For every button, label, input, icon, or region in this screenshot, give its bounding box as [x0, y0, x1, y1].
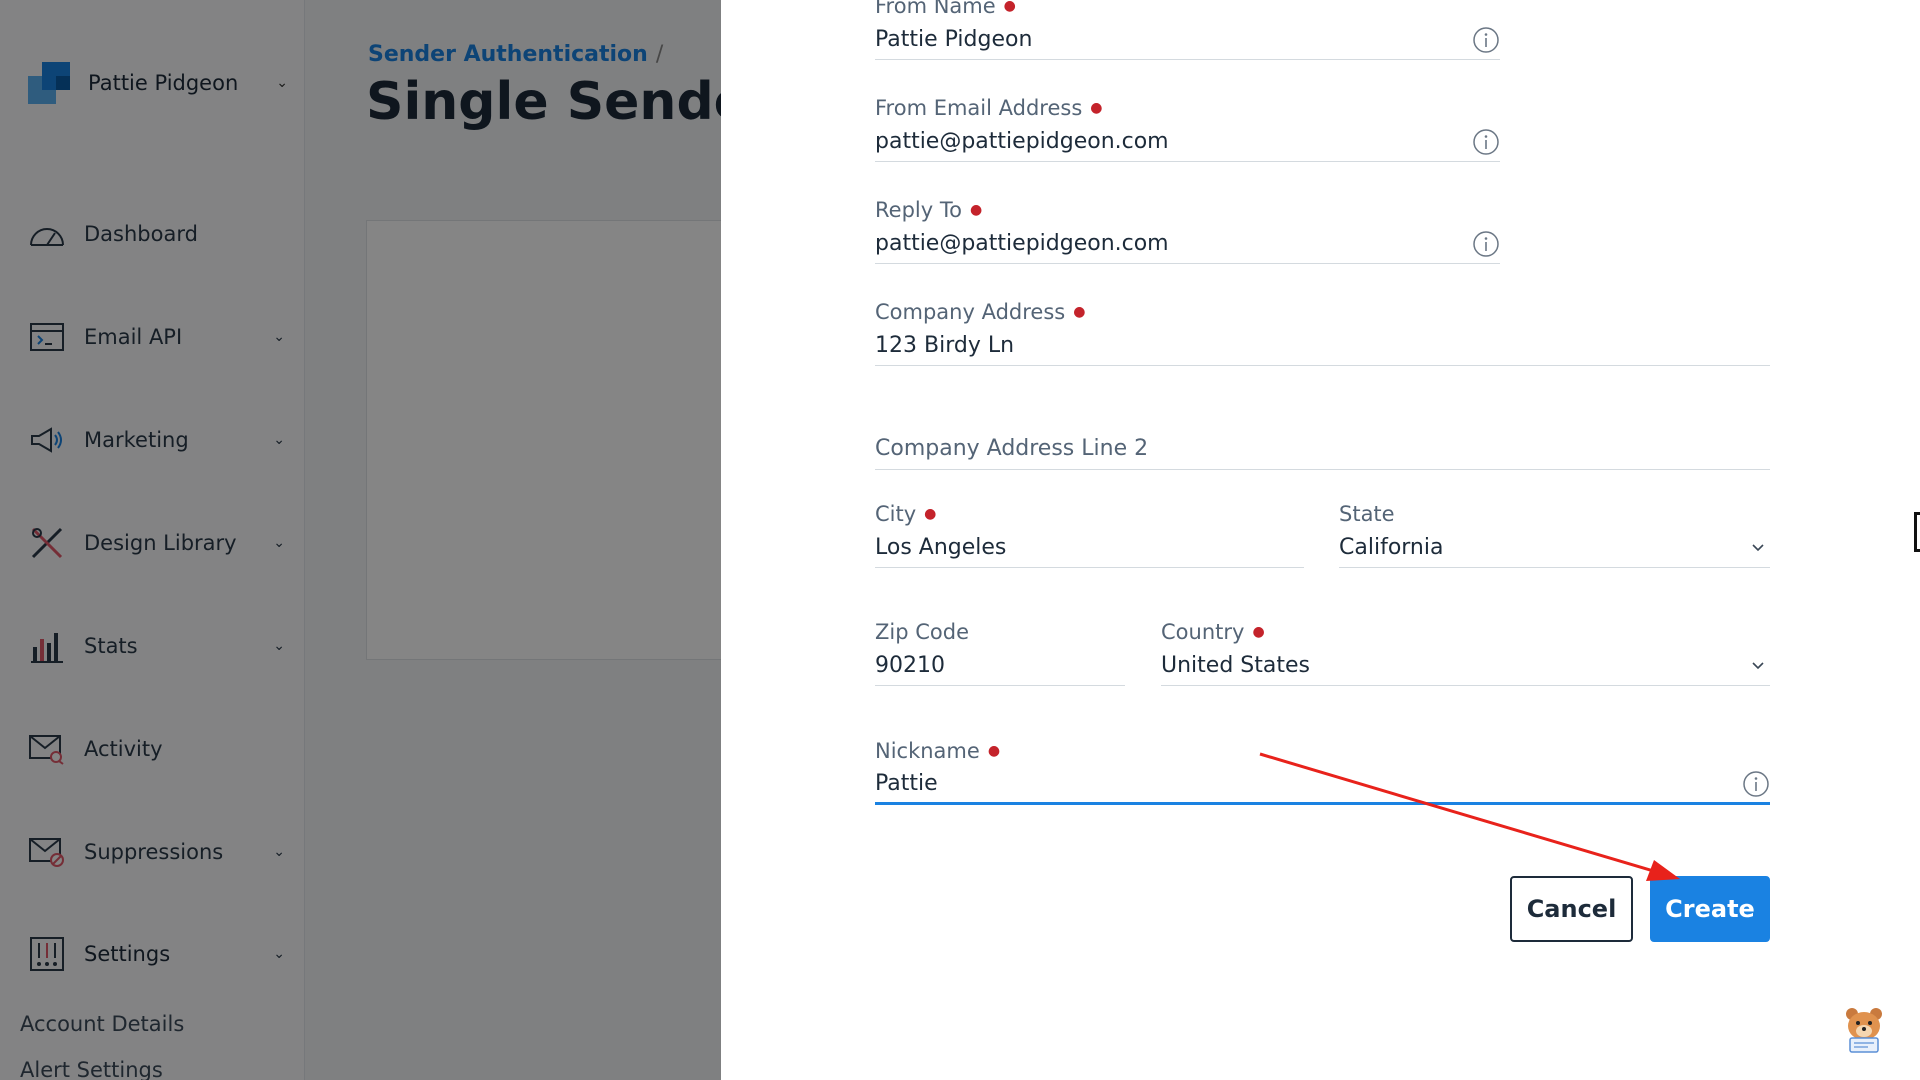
reply-to-label: Reply To ●: [875, 198, 983, 222]
create-button[interactable]: Create: [1650, 876, 1770, 942]
company-address-input[interactable]: 123 Birdy Ln: [875, 326, 1770, 366]
chevron-down-icon: [1746, 536, 1770, 560]
reply-to-input[interactable]: pattie@pattiepidgeon.com: [875, 224, 1500, 264]
required-indicator: ●: [1073, 304, 1086, 320]
nickname-input[interactable]: Pattie: [875, 765, 1770, 805]
company-address-2-input[interactable]: Company Address Line 2: [875, 428, 1770, 470]
company-address-label: Company Address ●: [875, 300, 1086, 324]
nickname-field: Nickname ● Pattie: [875, 737, 1770, 805]
state-label: State: [1339, 502, 1395, 526]
company-address-field: Company Address ● 123 Birdy Ln: [875, 298, 1770, 366]
required-indicator: ●: [1090, 100, 1103, 116]
required-indicator: ●: [1003, 0, 1016, 14]
zip-code-field: Zip Code 90210: [875, 618, 1125, 686]
zip-code-value: 90210: [875, 653, 945, 678]
state-field: State California: [1339, 500, 1770, 568]
from-email-field: From Email Address ● pattie@pattiepidgeon…: [875, 94, 1500, 162]
city-input[interactable]: Los Angeles: [875, 528, 1304, 568]
company-address-value: 123 Birdy Ln: [875, 333, 1015, 358]
company-address-2-placeholder: Company Address Line 2: [875, 436, 1149, 461]
required-indicator: ●: [924, 506, 937, 522]
country-value: United States: [1161, 653, 1310, 678]
from-email-label: From Email Address ●: [875, 96, 1103, 120]
country-label: Country ●: [1161, 620, 1265, 644]
wpforms-bear-mascot-icon[interactable]: [1838, 1004, 1890, 1054]
state-value: California: [1339, 535, 1444, 560]
reply-to-value: pattie@pattiepidgeon.com: [875, 231, 1169, 256]
zip-code-input[interactable]: 90210: [875, 646, 1125, 686]
state-select[interactable]: California: [1339, 528, 1770, 568]
cancel-button[interactable]: Cancel: [1510, 876, 1633, 942]
reply-to-field: Reply To ● pattie@pattiepidgeon.com: [875, 196, 1500, 264]
city-value: Los Angeles: [875, 535, 1007, 560]
from-name-input[interactable]: Pattie Pidgeon: [875, 20, 1500, 60]
from-email-value: pattie@pattiepidgeon.com: [875, 129, 1169, 154]
from-name-label: From Name ●: [875, 0, 1016, 18]
text-cursor-icon: [1914, 512, 1920, 552]
chevron-down-icon: [1746, 654, 1770, 678]
zip-code-label: Zip Code: [875, 620, 969, 644]
from-name-field: From Name ● Pattie Pidgeon: [875, 0, 1500, 60]
info-icon[interactable]: [1472, 26, 1500, 54]
nickname-value: Pattie: [875, 771, 938, 796]
nickname-label: Nickname ●: [875, 739, 1001, 763]
required-indicator: ●: [987, 743, 1001, 759]
info-icon[interactable]: [1472, 128, 1500, 156]
city-field: City ● Los Angeles: [875, 500, 1304, 568]
from-name-value: Pattie Pidgeon: [875, 27, 1033, 52]
required-indicator: ●: [1252, 624, 1265, 640]
country-select[interactable]: United States: [1161, 646, 1770, 686]
city-label: City ●: [875, 502, 937, 526]
info-icon[interactable]: [1742, 770, 1770, 798]
info-icon[interactable]: [1472, 230, 1500, 258]
from-email-input[interactable]: pattie@pattiepidgeon.com: [875, 122, 1500, 162]
required-indicator: ●: [969, 202, 983, 218]
company-address-2-field: Company Address Line 2: [875, 428, 1770, 470]
country-field: Country ● United States: [1161, 618, 1770, 686]
